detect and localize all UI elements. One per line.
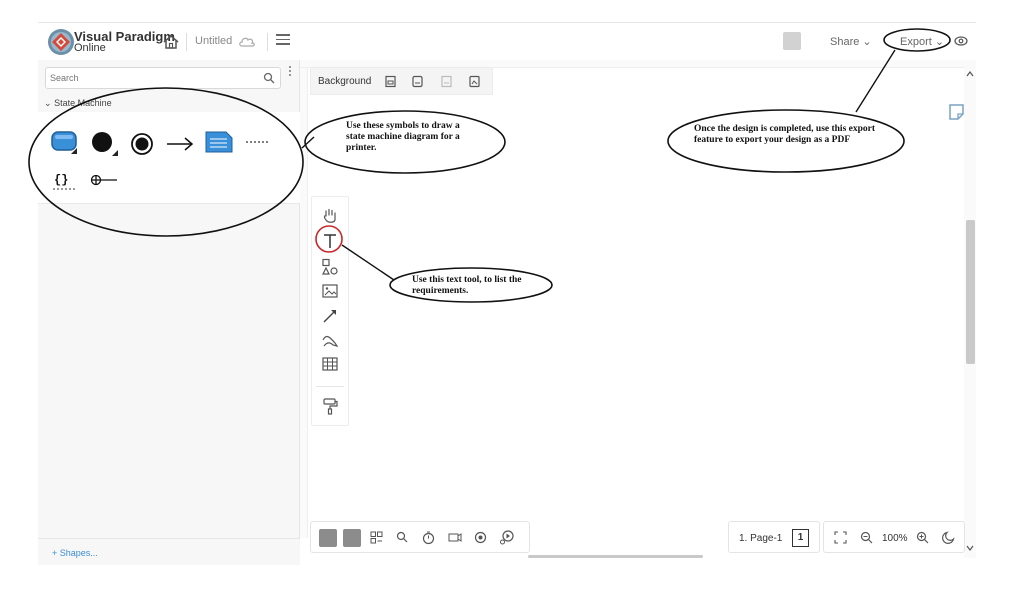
- page-selector[interactable]: 1. Page-1 1: [728, 521, 820, 553]
- freehand-tool-icon[interactable]: [321, 331, 339, 349]
- present-icon[interactable]: [783, 32, 801, 50]
- more-options-icon[interactable]: [289, 66, 292, 80]
- background-toolbar: Background: [310, 67, 493, 95]
- vertical-scrollbar[interactable]: [964, 60, 976, 558]
- anchor-line-icon[interactable]: [244, 138, 272, 146]
- collapse-icon: ⌄: [44, 98, 52, 108]
- final-state-icon[interactable]: [130, 132, 154, 156]
- document-title[interactable]: Untitled: [195, 35, 232, 47]
- zoom-out-icon[interactable]: [860, 531, 873, 544]
- export-note: Once the design is completed, use this e…: [694, 124, 876, 145]
- more-shapes-link[interactable]: + Shapes...: [38, 538, 300, 565]
- section-header[interactable]: ⌄ State Machine: [44, 98, 112, 109]
- scroll-up-icon[interactable]: [966, 70, 974, 78]
- page-label: 1. Page-1: [739, 533, 783, 544]
- share-label: Share: [830, 36, 860, 48]
- page-layout-icon[interactable]: [411, 75, 424, 88]
- shape-palette: {}: [38, 112, 300, 204]
- chevron-down-icon: ⌄: [862, 36, 872, 48]
- toggle-panel-button[interactable]: [343, 529, 361, 547]
- divider: [186, 33, 187, 51]
- toolbar-divider: [316, 386, 344, 387]
- shape-sidebar: ⌄ State Machine: [38, 60, 300, 565]
- constraint-icon[interactable]: {}: [52, 170, 78, 192]
- chevron-down-icon: ⌄: [934, 36, 945, 48]
- section-title: State Machine: [54, 98, 112, 108]
- format-painter-icon[interactable]: [321, 397, 339, 415]
- timer-icon[interactable]: [421, 530, 436, 545]
- note-shape-icon[interactable]: [205, 130, 233, 156]
- search-icon[interactable]: [263, 72, 275, 84]
- vertical-ruler: [300, 68, 308, 538]
- menu-icon[interactable]: [276, 34, 290, 48]
- fit-screen-icon[interactable]: [834, 531, 847, 544]
- search-input[interactable]: [50, 71, 250, 85]
- symbols-note: Use these symbols to draw a state machin…: [346, 121, 460, 153]
- cloud-icon: [239, 37, 255, 47]
- transition-arrow-icon[interactable]: [166, 136, 194, 152]
- image-tool-icon[interactable]: [321, 282, 339, 300]
- zoom-level[interactable]: 100%: [882, 533, 908, 544]
- drawing-toolbar: [311, 196, 349, 426]
- shapes-tool-icon[interactable]: [321, 258, 339, 276]
- page-settings-icon[interactable]: [468, 75, 481, 88]
- export-button[interactable]: Export ⌄: [900, 35, 944, 48]
- view-toolbar: [310, 521, 530, 553]
- presentation-icon[interactable]: [447, 530, 462, 545]
- table-tool-icon[interactable]: [321, 355, 339, 373]
- text-tool-connector: [341, 244, 395, 281]
- initial-state-icon[interactable]: [90, 130, 120, 160]
- app-window: Visual Paradigm Online Untitled Share ⌄ …: [0, 0, 1013, 599]
- outline-icon[interactable]: [369, 530, 384, 545]
- toggle-sidebar-button[interactable]: [319, 529, 337, 547]
- text-tool-note: Use this text tool, to list the requirem…: [412, 275, 522, 296]
- state-shape-icon[interactable]: [50, 128, 80, 158]
- shapes-link-label: + Shapes...: [52, 548, 98, 558]
- connector-tool-icon[interactable]: [321, 307, 339, 325]
- visual-paradigm-logo[interactable]: [46, 27, 76, 57]
- dark-mode-icon[interactable]: [942, 531, 955, 544]
- play-icon[interactable]: [499, 530, 514, 545]
- zoom-in-icon[interactable]: [916, 531, 929, 544]
- scroll-down-icon[interactable]: [966, 544, 974, 552]
- eye-icon[interactable]: [954, 36, 968, 46]
- search-box: [45, 67, 281, 89]
- text-tool-icon[interactable]: [321, 232, 339, 250]
- divider: [267, 33, 268, 51]
- export-label: Export: [900, 36, 932, 48]
- top-bar: Visual Paradigm Online Untitled Share ⌄ …: [38, 22, 976, 60]
- containment-icon[interactable]: [89, 172, 119, 188]
- home-icon[interactable]: [162, 33, 180, 51]
- page-grid-icon[interactable]: [440, 75, 453, 88]
- page-count-badge[interactable]: 1: [792, 529, 809, 547]
- scrollbar-thumb[interactable]: [966, 220, 975, 364]
- page-size-icon[interactable]: [384, 75, 397, 88]
- background-button[interactable]: Background: [318, 76, 371, 87]
- search-icon[interactable]: [395, 530, 410, 545]
- zoom-controls: 100%: [823, 521, 965, 553]
- share-button[interactable]: Share ⌄: [830, 35, 872, 48]
- page-outline-icon[interactable]: [949, 104, 964, 120]
- horizontal-scrollbar[interactable]: [528, 555, 703, 558]
- record-icon[interactable]: [473, 530, 488, 545]
- brand-subtitle: Online: [74, 42, 106, 54]
- svg-text:{}: {}: [54, 173, 68, 187]
- hand-tool-icon[interactable]: [321, 207, 339, 225]
